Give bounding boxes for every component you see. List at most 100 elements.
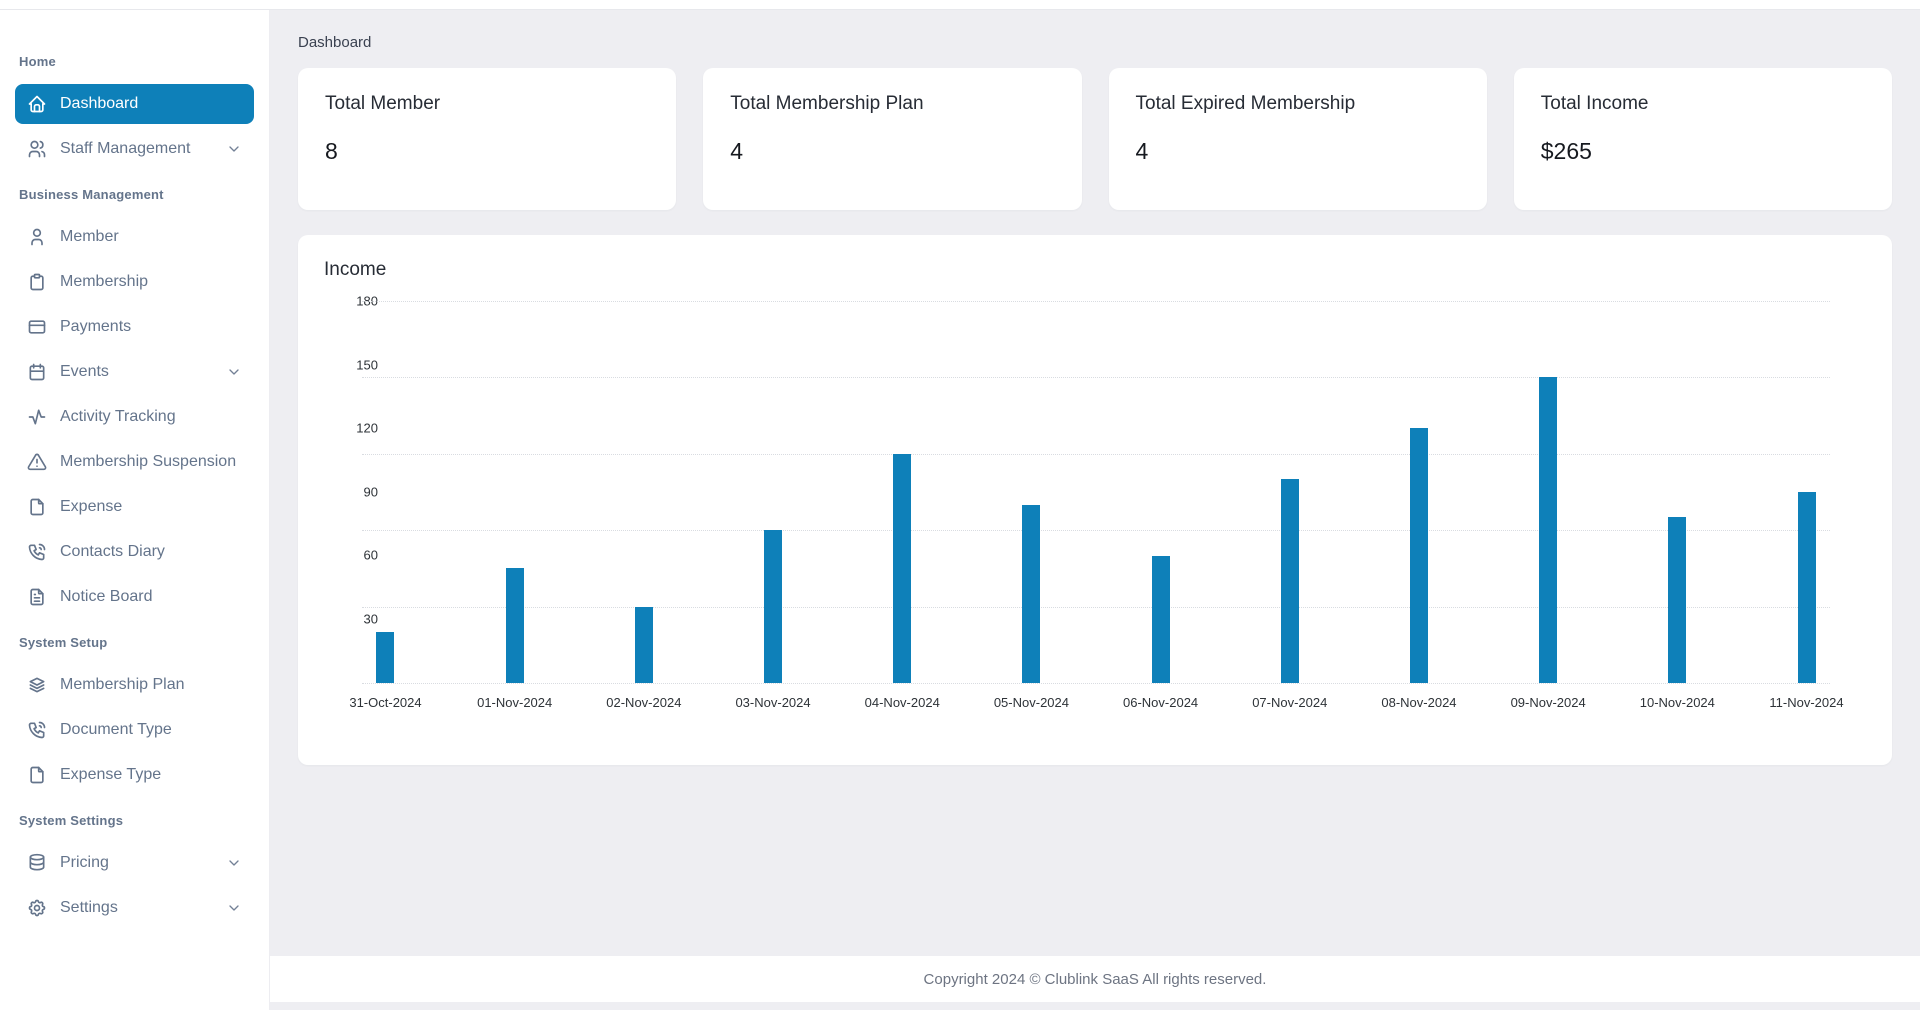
layers-icon	[27, 675, 47, 695]
file-text-icon	[27, 587, 47, 607]
stat-card-value: 8	[325, 138, 649, 165]
phone-icon	[27, 720, 47, 740]
gridline	[362, 530, 1830, 531]
stat-card-total-membership-plan: Total Membership Plan 4	[703, 68, 1081, 210]
footer-bar: Copyright 2024 © Clublink SaaS All right…	[270, 956, 1920, 1002]
stat-card-value: $265	[1541, 138, 1865, 165]
alert-triangle-icon	[27, 452, 47, 472]
sidebar-item-member[interactable]: Member	[15, 217, 254, 257]
stat-card-title: Total Membership Plan	[730, 93, 1054, 115]
chart-x-axis: 31-Oct-202401-Nov-202402-Nov-202403-Nov-…	[362, 683, 1830, 715]
sidebar-item-label: Member	[60, 228, 242, 246]
x-tick-label: 31-Oct-2024	[349, 695, 421, 710]
sidebar-item-staff-management[interactable]: Staff Management	[15, 129, 254, 169]
sidebar-item-label: Contacts Diary	[60, 543, 242, 561]
user-icon	[27, 227, 47, 247]
x-tick-label: 08-Nov-2024	[1381, 695, 1456, 710]
users-icon	[27, 139, 47, 159]
sidebar-nav: Home Dashboard Staff Management Business Ma…	[0, 10, 270, 1010]
bar-03-nov-2024	[764, 530, 782, 683]
activity-icon	[27, 407, 47, 427]
chart-plot-area: 180150120906030	[362, 301, 1830, 683]
bar-10-nov-2024	[1668, 517, 1686, 683]
sidebar-item-document-type[interactable]: Document Type	[15, 710, 254, 750]
x-tick-label: 04-Nov-2024	[865, 695, 940, 710]
bar-01-nov-2024	[506, 568, 524, 683]
stat-card-value: 4	[730, 138, 1054, 165]
phone-icon	[27, 542, 47, 562]
sidebar-item-label: Membership	[60, 273, 242, 291]
calendar-icon	[27, 362, 47, 382]
sidebar-item-dashboard[interactable]: Dashboard	[15, 84, 254, 124]
sidebar-item-membership[interactable]: Membership	[15, 262, 254, 302]
stat-card-value: 4	[1136, 138, 1460, 165]
sidebar-item-expense-type[interactable]: Expense Type	[15, 755, 254, 795]
y-tick-label: 120	[356, 421, 378, 436]
sidebar-section-home: Home	[15, 54, 254, 70]
sidebar-item-label: Payments	[60, 318, 242, 336]
sidebar-item-label: Activity Tracking	[60, 408, 242, 426]
file-icon	[27, 765, 47, 785]
y-tick-label: 60	[364, 548, 378, 563]
sidebar-item-membership-plan[interactable]: Membership Plan	[15, 665, 254, 705]
x-tick-label: 07-Nov-2024	[1252, 695, 1327, 710]
bar-07-nov-2024	[1281, 479, 1299, 683]
sidebar-item-label: Document Type	[60, 721, 242, 739]
sidebar-item-payments[interactable]: Payments	[15, 307, 254, 347]
sidebar-item-notice-board[interactable]: Notice Board	[15, 577, 254, 617]
bar-05-nov-2024	[1022, 505, 1040, 683]
main-content: Dashboard Total Member 8 Total Membership …	[270, 10, 1920, 956]
chevron-down-icon	[226, 364, 242, 380]
y-tick-label: 90	[364, 484, 378, 499]
page-title: Dashboard	[298, 34, 1892, 51]
sidebar-item-activity-tracking[interactable]: Activity Tracking	[15, 397, 254, 437]
chart-y-axis: 180150120906030	[298, 301, 392, 619]
sidebar-item-events[interactable]: Events	[15, 352, 254, 392]
sidebar-item-settings[interactable]: Settings	[15, 888, 254, 928]
sidebar-section-system-setup: System Setup	[15, 635, 254, 651]
sidebar-item-label: Expense Type	[60, 766, 242, 784]
income-bar-chart: 180150120906030 31-Oct-202401-Nov-202402…	[324, 301, 1866, 747]
stat-card-title: Total Member	[325, 93, 649, 115]
x-tick-label: 10-Nov-2024	[1640, 695, 1715, 710]
bar-31-oct-2024	[376, 632, 394, 683]
gridline	[362, 377, 1830, 378]
top-header-bar	[0, 0, 1920, 10]
income-chart-card: Income 180150120906030 31-Oct-202401-Nov…	[298, 235, 1892, 765]
sidebar-item-membership-suspension[interactable]: Membership Suspension	[15, 442, 254, 482]
sidebar-item-label: Staff Management	[60, 140, 220, 158]
sidebar-section-business-management: Business Management	[15, 187, 254, 203]
chevron-down-icon	[226, 855, 242, 871]
sidebar-item-contacts-diary[interactable]: Contacts Diary	[15, 532, 254, 572]
bar-11-nov-2024	[1798, 492, 1816, 683]
stat-cards-row: Total Member8Total Membership Plan4Total…	[298, 68, 1892, 210]
stat-card-title: Total Expired Membership	[1136, 93, 1460, 115]
sidebar-item-label: Dashboard	[60, 95, 242, 113]
sidebar-item-label: Events	[60, 363, 220, 381]
x-tick-label: 05-Nov-2024	[994, 695, 1069, 710]
sidebar-item-expense[interactable]: Expense	[15, 487, 254, 527]
sidebar-item-pricing[interactable]: Pricing	[15, 843, 254, 883]
gridline	[362, 607, 1830, 608]
credit-card-icon	[27, 317, 47, 337]
stat-card-total-member: Total Member 8	[298, 68, 676, 210]
x-tick-label: 03-Nov-2024	[735, 695, 810, 710]
x-tick-label: 11-Nov-2024	[1769, 695, 1843, 710]
sidebar-item-label: Membership Suspension	[60, 453, 242, 471]
bar-08-nov-2024	[1410, 428, 1428, 683]
chevron-down-icon	[226, 141, 242, 157]
file-icon	[27, 497, 47, 517]
x-tick-label: 02-Nov-2024	[606, 695, 681, 710]
y-tick-label: 150	[356, 357, 378, 372]
stat-card-total-income: Total Income$265	[1514, 68, 1892, 210]
copyright-text: Copyright 2024 © Clublink SaaS All right…	[924, 971, 1267, 988]
sidebar-item-label: Membership Plan	[60, 676, 242, 694]
x-tick-label: 06-Nov-2024	[1123, 695, 1198, 710]
y-tick-label: 30	[364, 612, 378, 627]
main-area: Dashboard Total Member 8 Total Membership …	[270, 10, 1920, 1010]
chevron-down-icon	[226, 900, 242, 916]
stat-card-total-expired-membership: Total Expired Membership 4	[1109, 68, 1487, 210]
bar-04-nov-2024	[893, 454, 911, 683]
x-tick-label: 09-Nov-2024	[1511, 695, 1586, 710]
sidebar-item-label: Settings	[60, 899, 220, 917]
